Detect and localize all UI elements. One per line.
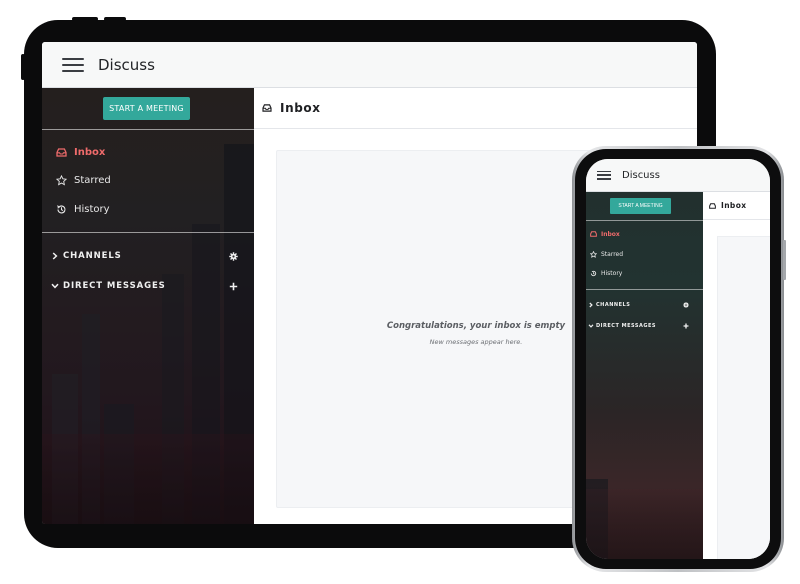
phone-device: Discuss START A MEETING Inbox Starred Hi… [572,146,786,572]
main-header: Inbox [703,192,770,220]
main-header: Inbox [254,88,697,129]
history-icon [589,270,598,277]
sidebar-item-history[interactable]: History [589,267,622,279]
section-label: DIRECT MESSAGES [596,323,656,329]
app-title: Discuss [622,169,660,181]
sidebar-item-label: History [74,203,110,215]
plus-icon[interactable] [683,323,689,329]
inbox-icon [54,147,68,157]
channels-section-header[interactable]: CHANNELS [50,248,238,264]
history-icon [54,204,68,215]
chevron-right-icon [50,252,60,260]
sidebar-item-label: Starred [74,174,111,186]
sidebar-item-history[interactable]: History [54,200,110,218]
empty-inbox-panel [717,236,770,559]
star-icon [54,174,68,186]
sidebar-divider [586,289,703,290]
section-label: DIRECT MESSAGES [63,281,166,291]
top-bar: Discuss [586,159,770,192]
top-bar: Discuss [42,42,697,88]
sidebar-divider [586,220,703,221]
sidebar-item-label: Starred [601,250,624,258]
sidebar-item-starred[interactable]: Starred [54,171,111,189]
sidebar-item-label: Inbox [74,146,106,158]
chevron-down-icon [50,283,60,289]
sidebar-divider [42,232,254,233]
inbox-icon [262,104,272,112]
sidebar-divider [42,129,254,130]
chevron-right-icon [588,302,594,308]
sidebar-item-inbox[interactable]: Inbox [589,228,620,240]
gear-icon[interactable] [229,251,238,261]
sidebar-item-starred[interactable]: Starred [589,248,623,260]
main-content [703,220,770,559]
phone-side-button [783,240,786,280]
tablet-side-button [21,54,25,80]
section-label: CHANNELS [63,251,122,261]
chevron-down-icon [588,324,594,328]
star-icon [589,250,598,258]
inbox-icon [589,231,598,237]
sidebar: START A MEETING Inbox Starred History CH… [42,88,254,524]
inbox-icon [709,202,716,209]
sidebar-item-label: Inbox [601,230,620,238]
sidebar: START A MEETING Inbox Starred History CH… [586,192,703,559]
page-title: Inbox [721,201,747,210]
section-label: CHANNELS [596,302,631,308]
menu-icon[interactable] [597,170,611,180]
sidebar-item-label: History [601,269,623,277]
channels-section-header[interactable]: CHANNELS [588,300,689,310]
tablet-volume-button [72,17,98,21]
device-mockup-stage: Discuss START A MEETING Inbox Starred Hi… [0,0,800,584]
phone-screen: Discuss START A MEETING Inbox Starred Hi… [586,159,770,559]
menu-icon[interactable] [62,57,84,72]
app-title: Discuss [98,55,155,74]
gear-icon[interactable] [683,302,689,308]
direct-messages-section-header[interactable]: DIRECT MESSAGES [50,278,238,294]
start-meeting-button[interactable]: START A MEETING [103,97,190,120]
start-meeting-button[interactable]: START A MEETING [610,198,671,214]
direct-messages-section-header[interactable]: DIRECT MESSAGES [588,321,689,331]
page-title: Inbox [280,101,321,115]
plus-icon[interactable] [229,282,238,291]
sidebar-item-inbox[interactable]: Inbox [54,143,105,161]
tablet-power-button [104,17,126,21]
